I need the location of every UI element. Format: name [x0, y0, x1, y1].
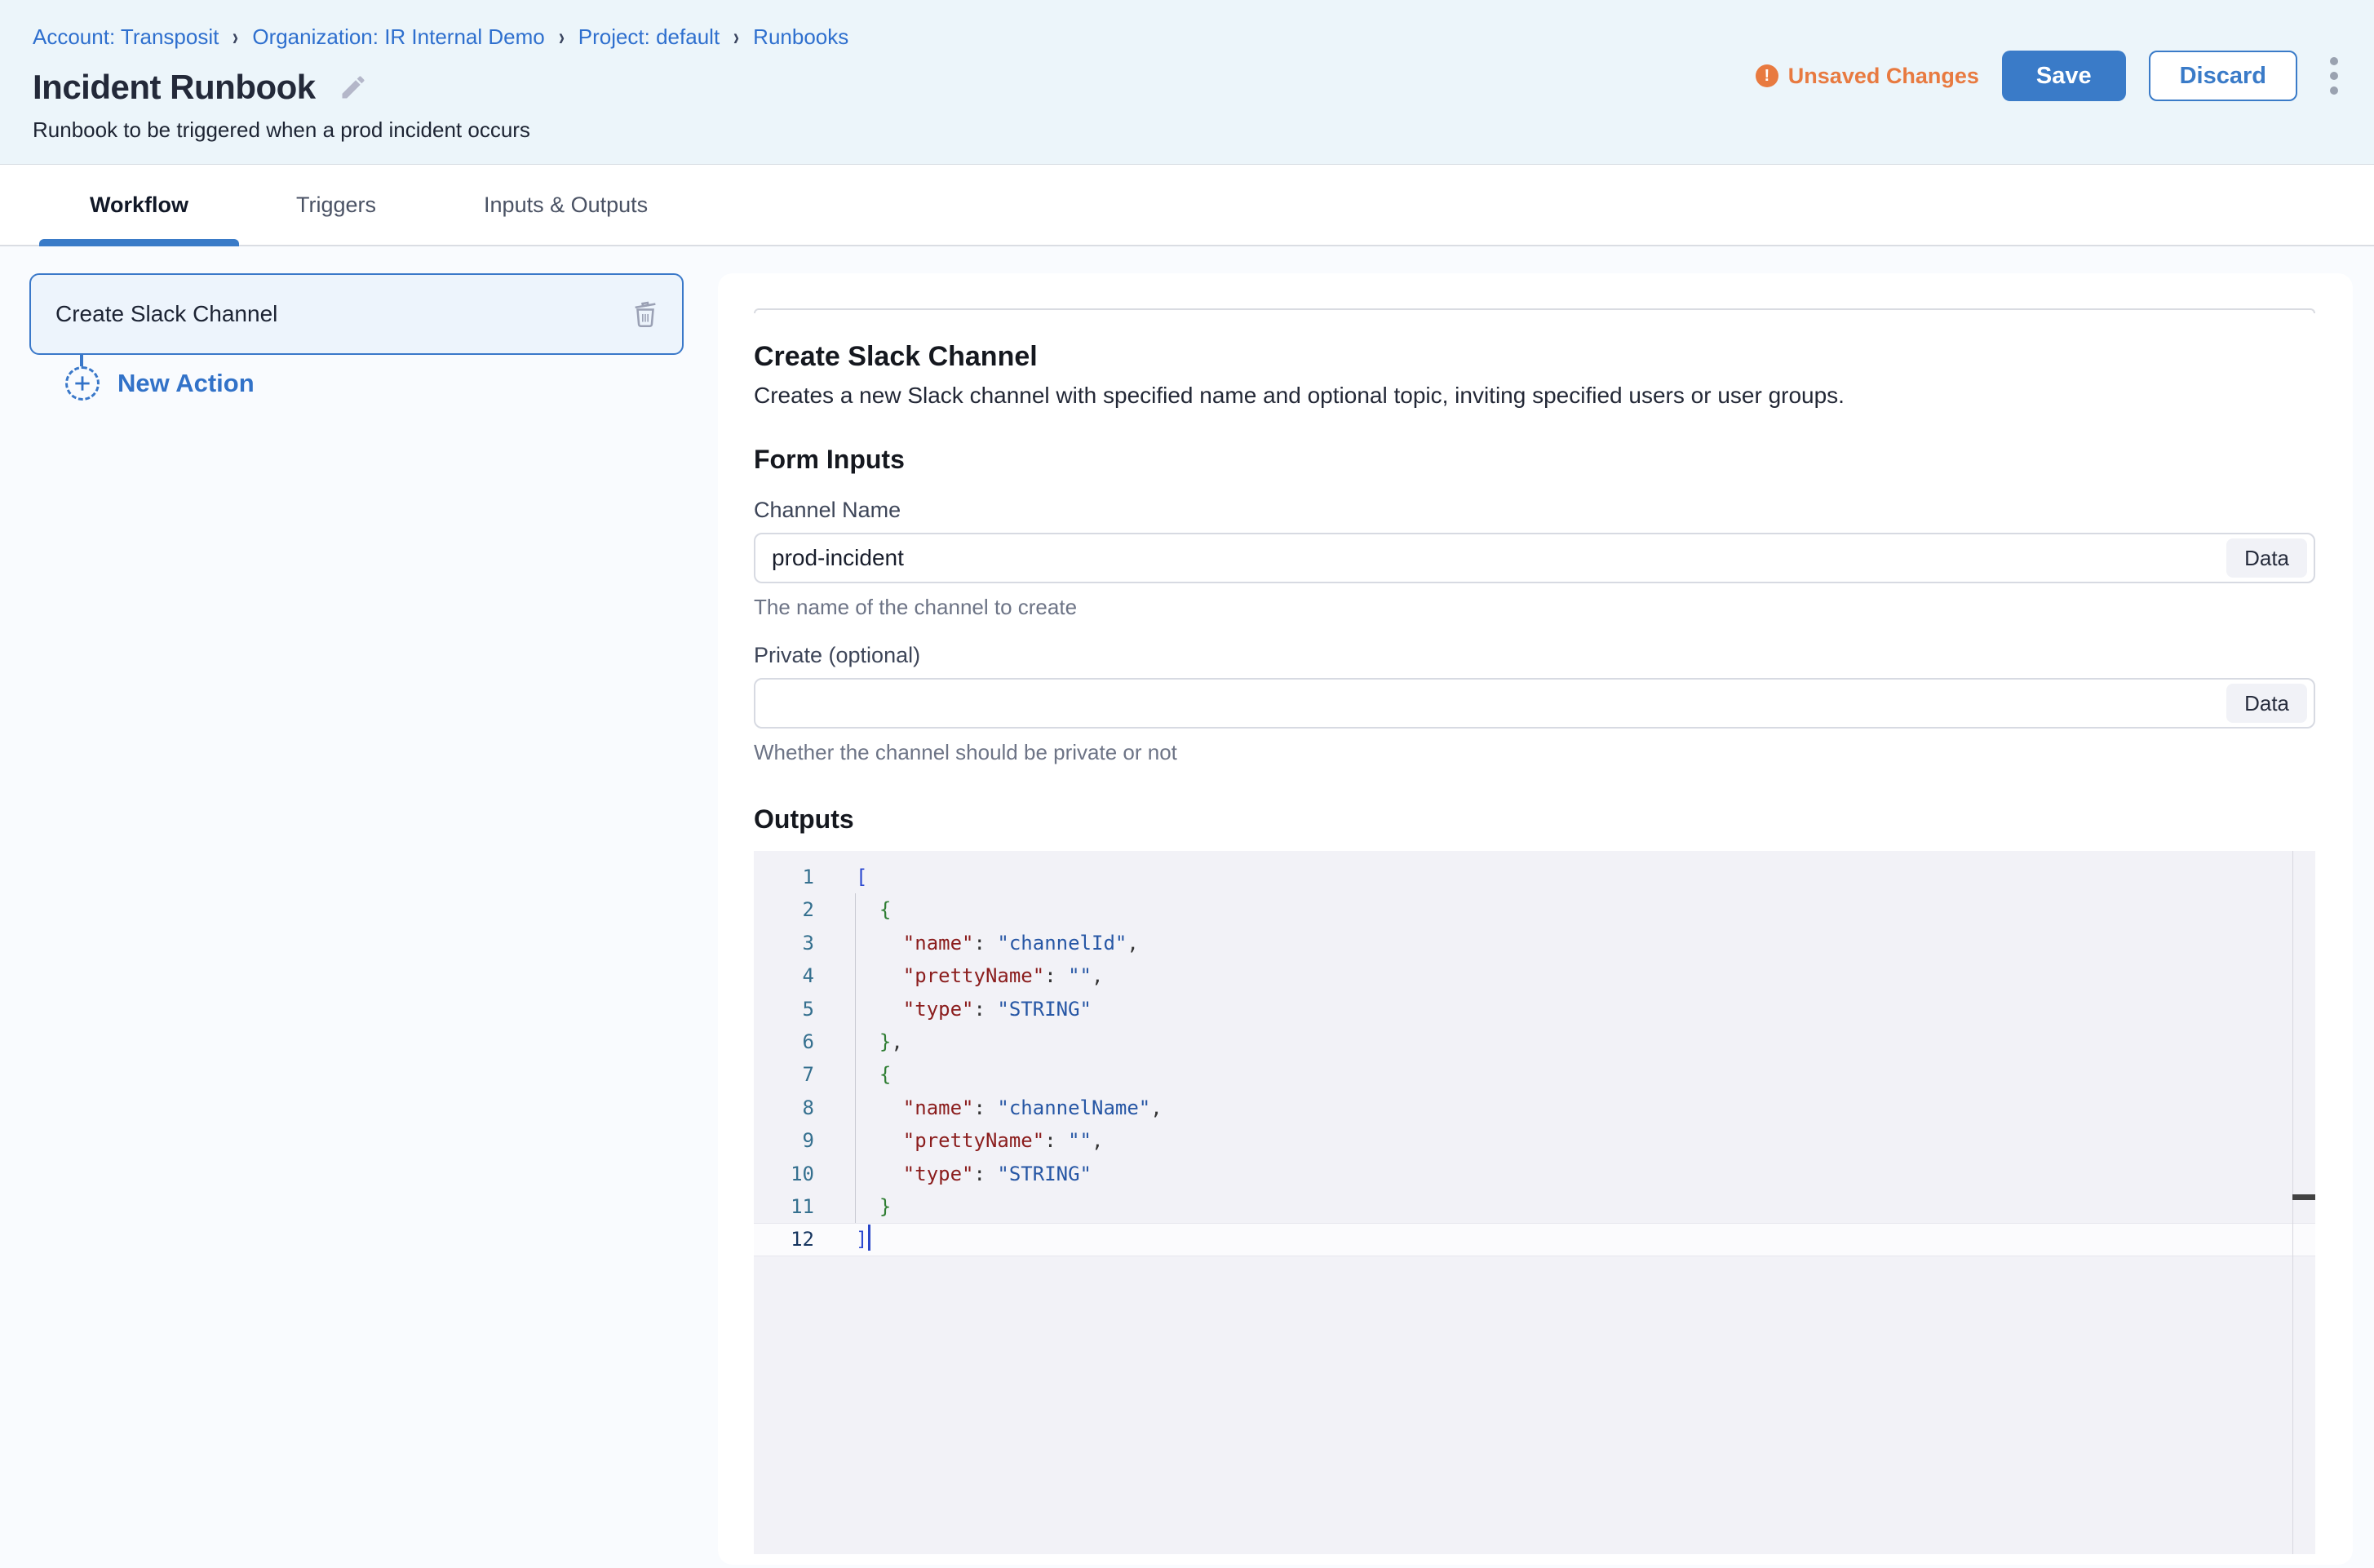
- field-input-wrap: Data: [754, 678, 2315, 729]
- code-line: 8 "name": "channelName",: [754, 1092, 2315, 1124]
- code-line: 12 ]: [754, 1223, 2315, 1256]
- line-content: "name": "channelName",: [829, 1092, 1163, 1124]
- line-content: {: [829, 1058, 891, 1091]
- code-rows: 1 [ 2 { 3 "name": "channelId", 4 "pretty…: [754, 851, 2315, 1256]
- code-line: 11 }: [754, 1190, 2315, 1223]
- page-title: Incident Runbook: [33, 68, 316, 107]
- data-button[interactable]: Data: [2226, 538, 2307, 578]
- code-line: 4 "prettyName": "",: [754, 959, 2315, 992]
- line-number: 7: [754, 1058, 829, 1091]
- line-content: },: [829, 1025, 903, 1058]
- save-button[interactable]: Save: [2002, 51, 2126, 101]
- plus-circle-icon: [65, 366, 100, 401]
- unsaved-changes-label: Unsaved Changes: [1788, 64, 1979, 89]
- action-card-label: Create Slack Channel: [55, 301, 277, 327]
- code-line: 9 "prettyName": "",: [754, 1124, 2315, 1157]
- action-detail-description: Creates a new Slack channel with specifi…: [754, 383, 2315, 409]
- line-content: "prettyName": "",: [829, 1124, 1103, 1157]
- form-field: Channel Name Data The name of the channe…: [754, 498, 2315, 620]
- unsaved-changes-badge: ! Unsaved Changes: [1756, 64, 1979, 89]
- form-inputs-heading: Form Inputs: [754, 445, 2315, 475]
- field-label: Channel Name: [754, 498, 2315, 523]
- line-number: 12: [754, 1223, 829, 1256]
- overview-ruler-cursor-marker: [2292, 1194, 2315, 1200]
- line-number: 9: [754, 1124, 829, 1157]
- line-content: [: [829, 861, 867, 893]
- line-number: 6: [754, 1025, 829, 1058]
- line-number: 5: [754, 993, 829, 1025]
- action-detail-panel: Create Slack Channel Creates a new Slack…: [718, 273, 2353, 1565]
- runbook-editor-page: Account: Transposit › Organization: IR Int…: [0, 0, 2374, 1568]
- text-cursor: [868, 1225, 870, 1251]
- breadcrumb-link-4[interactable]: Runbooks: [753, 24, 848, 50]
- outputs-code-editor[interactable]: 1 [ 2 { 3 "name": "channelId", 4 "pretty…: [754, 851, 2315, 1554]
- edit-pencil-icon[interactable]: [339, 73, 368, 102]
- field-label: Private (optional): [754, 643, 2315, 668]
- line-number: 8: [754, 1092, 829, 1124]
- code-line: 2 {: [754, 893, 2315, 926]
- line-number: 11: [754, 1190, 829, 1223]
- field-input[interactable]: [755, 534, 2226, 582]
- field-helper-text: The name of the channel to create: [754, 595, 2315, 620]
- workflow-connector-line: [80, 355, 83, 366]
- breadcrumb-link-2[interactable]: Organization: IR Internal Demo: [252, 24, 544, 50]
- line-content: "prettyName": "",: [829, 959, 1103, 992]
- line-content: }: [829, 1190, 891, 1223]
- code-line: 6 },: [754, 1025, 2315, 1058]
- line-content: "type": "STRING": [829, 1158, 1092, 1190]
- line-content: {: [829, 893, 891, 926]
- action-detail-title: Create Slack Channel: [754, 341, 2315, 373]
- form-fields: Channel Name Data The name of the channe…: [754, 498, 2315, 765]
- line-content: "name": "channelId",: [829, 927, 1139, 959]
- action-card-create-slack-channel[interactable]: Create Slack Channel: [29, 273, 684, 355]
- discard-button[interactable]: Discard: [2149, 51, 2297, 101]
- workflow-sidebar: Create Slack Channel New Action: [0, 246, 718, 1568]
- code-line: 5 "type": "STRING": [754, 993, 2315, 1025]
- code-line: 10 "type": "STRING": [754, 1158, 2315, 1190]
- new-action-button[interactable]: New Action: [65, 366, 718, 401]
- breadcrumb-separator: ›: [733, 23, 739, 51]
- breadcrumb: Account: Transposit › Organization: IR Int…: [33, 24, 2345, 50]
- header-actions: ! Unsaved Changes Save Discard: [1756, 51, 2346, 101]
- tab-triggers[interactable]: Triggers: [246, 165, 427, 245]
- line-content: "type": "STRING": [829, 993, 1092, 1025]
- breadcrumb-separator: ›: [233, 23, 238, 51]
- line-number: 10: [754, 1158, 829, 1190]
- tab-workflow[interactable]: Workflow: [39, 165, 239, 245]
- breadcrumb-separator: ›: [559, 23, 565, 51]
- page-header: Account: Transposit › Organization: IR Int…: [0, 0, 2374, 165]
- data-button[interactable]: Data: [2226, 684, 2307, 723]
- code-line: 1 [: [754, 861, 2315, 893]
- line-number: 3: [754, 927, 829, 959]
- indent-guide: [855, 893, 856, 1223]
- line-number: 2: [754, 893, 829, 926]
- line-number: 1: [754, 861, 829, 893]
- field-input[interactable]: [755, 680, 2226, 727]
- new-action-label: New Action: [117, 369, 255, 398]
- outputs-heading: Outputs: [754, 804, 2315, 835]
- workflow-body: Create Slack Channel New Action Create S…: [0, 246, 2374, 1568]
- form-field: Private (optional) Data Whether the chan…: [754, 643, 2315, 765]
- tab-inputs-outputs[interactable]: Inputs & Outputs: [433, 165, 698, 245]
- field-input-wrap: Data: [754, 533, 2315, 583]
- page-subtitle: Runbook to be triggered when a prod inci…: [33, 117, 2345, 143]
- breadcrumb-link-3[interactable]: Project: default: [578, 24, 720, 50]
- overview-ruler[interactable]: [2292, 851, 2315, 1554]
- panel-top-divider: [754, 308, 2315, 313]
- breadcrumb-link-1[interactable]: Account: Transposit: [33, 24, 219, 50]
- line-content: ]: [829, 1223, 870, 1256]
- alert-circle-icon: !: [1756, 64, 1778, 87]
- field-helper-text: Whether the channel should be private or…: [754, 740, 2315, 765]
- code-line: 3 "name": "channelId",: [754, 927, 2315, 959]
- code-line: 7 {: [754, 1058, 2315, 1091]
- tab-bar: WorkflowTriggersInputs & Outputs: [0, 165, 2374, 246]
- line-number: 4: [754, 959, 829, 992]
- trash-icon[interactable]: [630, 299, 661, 330]
- kebab-menu-icon[interactable]: [2322, 52, 2346, 100]
